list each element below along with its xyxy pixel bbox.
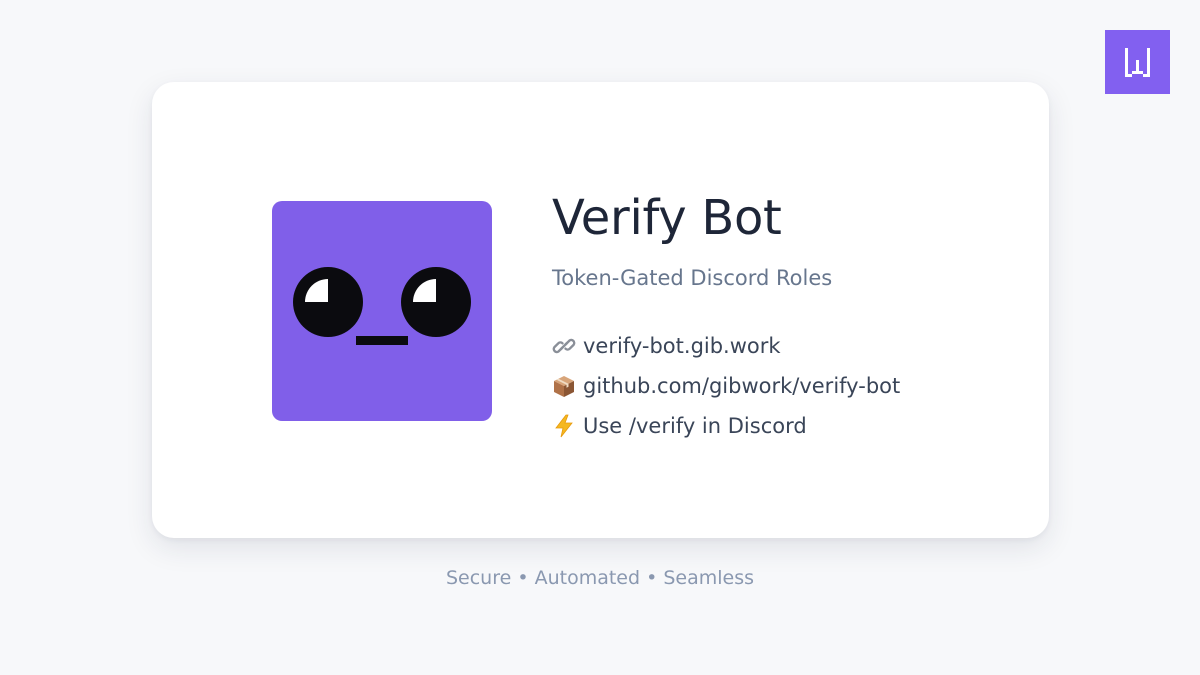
command-hint-text: Use /verify in Discord xyxy=(583,414,807,438)
bot-card: Verify Bot Token-Gated Discord Roles ver… xyxy=(152,82,1049,538)
bot-face-icon xyxy=(272,201,492,421)
tagline: Secure • Automated • Seamless xyxy=(445,567,755,589)
command-hint: Use /verify in Discord xyxy=(552,406,900,446)
website-link-text: verify-bot.gib.work xyxy=(583,334,781,358)
bot-title: Verify Bot xyxy=(552,190,782,246)
lightning-icon xyxy=(552,414,576,438)
github-link[interactable]: github.com/gibwork/verify-bot xyxy=(552,366,900,406)
bot-subtitle: Token-Gated Discord Roles xyxy=(552,266,833,290)
package-icon xyxy=(552,374,576,398)
link-icon xyxy=(552,334,576,358)
github-link-text: github.com/gibwork/verify-bot xyxy=(583,374,901,398)
w-logo-icon xyxy=(1105,30,1170,94)
website-link[interactable]: verify-bot.gib.work xyxy=(552,326,900,366)
link-list: verify-bot.gib.work github.com/gibwork/v… xyxy=(552,326,900,446)
